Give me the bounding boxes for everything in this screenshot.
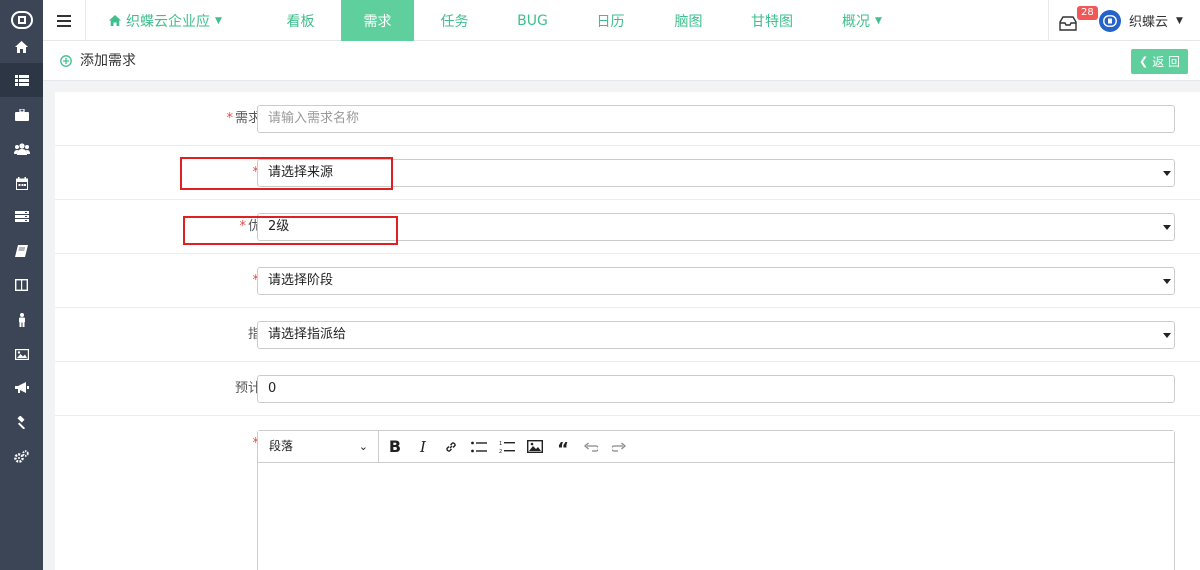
tab-gantt[interactable]: 甘特图 (728, 0, 816, 41)
inbox-icon (1059, 16, 1077, 31)
tab-overview[interactable]: 概况 ▼ (817, 0, 907, 41)
form-row-name: *需求名称 请输入需求名称 (55, 92, 1200, 146)
cogs-icon[interactable] (0, 439, 43, 473)
bullet-list-icon[interactable] (467, 431, 491, 462)
highlight-box-source (180, 157, 393, 190)
image-icon[interactable] (523, 431, 547, 462)
calendar-icon[interactable] (0, 166, 43, 200)
notifications-button[interactable]: 28 (1059, 6, 1098, 34)
sidebar (0, 0, 43, 570)
requirement-name-input[interactable]: 请输入需求名称 (257, 105, 1175, 133)
briefcase-icon[interactable] (0, 98, 43, 132)
bold-icon[interactable]: B (383, 431, 407, 462)
redo-icon[interactable] (607, 431, 631, 462)
chevron-down-icon: ⌄ (358, 440, 368, 453)
tab-kanban[interactable]: 看板 (262, 0, 339, 41)
tab-label: 看板 (286, 13, 315, 30)
logo-icon (10, 11, 33, 29)
caret-down-icon (1163, 225, 1171, 230)
home-icon (109, 15, 121, 26)
chevron-left-icon: ❮ (1138, 55, 1149, 68)
logo-icon (1103, 14, 1117, 27)
topbar: 织蝶云企业应 ▼ 看板 需求 任务 BUG 日历 脑图 甘特图 概况 ▼ 28 织… (43, 0, 1200, 41)
assignee-select[interactable]: 请选择指派给 (257, 321, 1175, 349)
tab-label: BUG (517, 12, 548, 29)
paragraph-style-select[interactable]: 段落 ⌄ (258, 431, 379, 462)
project-name: 织蝶云企业应 (126, 13, 210, 30)
tab-label: 甘特图 (751, 13, 793, 30)
italic-icon[interactable]: I (411, 431, 435, 462)
gavel-icon[interactable] (0, 405, 43, 439)
description-editor: 段落 ⌄ B I 12 “ (257, 430, 1175, 570)
hamburger-icon (57, 14, 71, 27)
home-icon[interactable] (0, 30, 43, 64)
back-button[interactable]: ❮ 返 回 (1131, 49, 1188, 74)
tab-label: 日历 (596, 13, 625, 30)
person-icon[interactable] (0, 303, 43, 337)
menu-toggle-button[interactable] (43, 0, 86, 41)
caret-down-icon: ▼ (215, 15, 222, 26)
tab-mindmap[interactable]: 脑图 (650, 0, 727, 41)
tab-calendar[interactable]: 日历 (572, 0, 649, 41)
svg-text:1: 1 (499, 441, 502, 447)
page-title: 添加需求 (80, 53, 136, 69)
caret-down-icon: ▼ (1176, 15, 1183, 26)
notification-badge: 28 (1077, 6, 1098, 20)
tab-requirements[interactable]: 需求 (341, 0, 414, 41)
user-name: 织蝶云 (1129, 15, 1169, 30)
columns-icon[interactable] (0, 268, 43, 302)
editor-toolbar: 段落 ⌄ B I 12 “ (258, 431, 1174, 463)
undo-icon[interactable] (579, 431, 603, 462)
tab-label: 脑图 (674, 13, 703, 30)
link-icon[interactable] (439, 431, 463, 462)
quote-icon[interactable]: “ (551, 431, 575, 462)
tab-bug[interactable]: BUG (494, 0, 571, 41)
editor-content-area[interactable] (258, 463, 1174, 570)
avatar (1099, 9, 1121, 32)
highlight-box-priority (183, 216, 398, 245)
divider (1048, 0, 1049, 41)
bullhorn-icon[interactable] (0, 371, 43, 405)
stage-select[interactable]: 请选择阶段 (257, 267, 1175, 295)
page-header: 添加需求 ❮ 返 回 (43, 41, 1200, 81)
caret-down-icon: ▼ (875, 15, 882, 26)
form-row-assignee: 指派给 请选择指派给 (55, 308, 1200, 362)
tab-label: 概况 (842, 13, 871, 30)
caret-down-icon (1163, 333, 1171, 338)
numbered-list-icon[interactable]: 12 (495, 431, 519, 462)
svg-text:2: 2 (499, 449, 502, 454)
plus-circle-icon (60, 55, 72, 67)
tab-tasks[interactable]: 任务 (416, 0, 493, 41)
image-icon[interactable] (0, 337, 43, 371)
tab-label: 需求 (363, 13, 392, 30)
form-row-stage: *阶段 请选择阶段 (55, 254, 1200, 308)
tab-label: 任务 (440, 13, 469, 30)
caret-down-icon (1163, 279, 1171, 284)
server-icon[interactable] (0, 199, 43, 233)
source-select[interactable]: 请选择来源 (257, 159, 1175, 187)
users-icon[interactable] (0, 132, 43, 166)
back-label: 返 回 (1152, 55, 1181, 69)
caret-down-icon (1163, 171, 1171, 176)
project-switcher[interactable]: 织蝶云企业应 ▼ (109, 0, 222, 41)
user-menu[interactable]: 织蝶云 ▼ (1099, 0, 1183, 41)
book-icon[interactable] (0, 234, 43, 268)
estimate-hours-input[interactable]: 0 (257, 375, 1175, 403)
list-icon[interactable] (0, 63, 43, 97)
form-row-estimate: 预计工时 0 (55, 362, 1200, 416)
